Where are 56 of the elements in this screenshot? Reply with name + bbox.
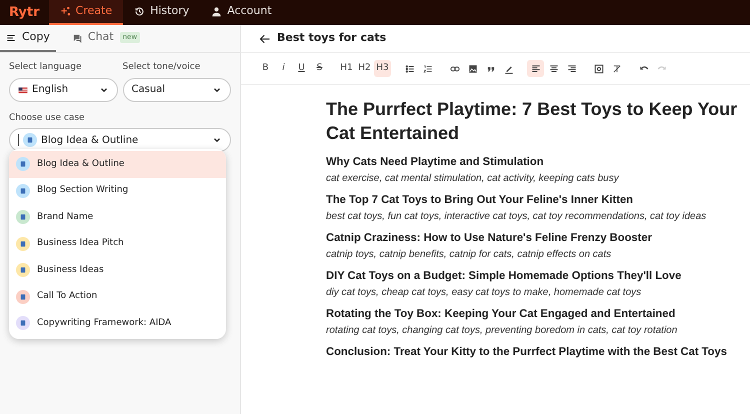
dropdown-field[interactable]: Casual (122, 78, 231, 102)
section-heading: Catnip Craziness: How to Use Nature's Feline Frenzy Booster (326, 231, 653, 246)
logo: Rytr (8, 4, 41, 22)
toolbar-button[interactable]: H1 (338, 60, 355, 77)
keywords-text: cat exercise, cat mental stimulation, cat activity, keeping cats busy (326, 172, 620, 186)
menu-icon (6, 32, 16, 42)
link-icon (450, 64, 460, 74)
toolbar-button[interactable]: B (257, 60, 274, 77)
menu-item[interactable]: Blog Section Writing (9, 178, 226, 204)
align-right-icon (566, 64, 576, 74)
keywords-text: catnip toys, catnip benefits, catnip for cats, catnip effects on cats (326, 248, 612, 262)
menu-item[interactable]: Business Idea Pitch (9, 230, 226, 257)
toolbar-button[interactable]: U (293, 60, 310, 77)
menu-item[interactable]: Brand Name (9, 204, 226, 230)
toolbar-button[interactable]: H3 (374, 60, 391, 77)
menu-item[interactable]: Business Ideas (9, 257, 226, 284)
keywords-text: best cat toys, fun cat toys, interactive cat toys, cat toy recommendations, cat toy ideas (326, 210, 708, 224)
dropdown-field[interactable]: English (9, 78, 118, 102)
nav-tab[interactable]: Account (200, 0, 283, 25)
toolbar-button[interactable]: i (275, 60, 292, 77)
align-left-icon (530, 64, 540, 74)
clear-formatting-icon (612, 64, 622, 74)
back-arrow-icon[interactable] (259, 32, 271, 44)
field-label: Choose use case (9, 112, 86, 124)
document-title: Best toys for cats (277, 30, 386, 46)
menu-item[interactable]: Call To Action (9, 284, 226, 310)
toolbar-button[interactable]: H2 (356, 60, 373, 77)
section-heading: The Top 7 Cat Toys to Bring Out Your Feline's Inner Kitten (326, 193, 634, 208)
user-icon (211, 6, 222, 17)
section-heading: Conclusion: Treat Your Kitty to the Purrfect Playtime with the Best Cat Toys (326, 345, 728, 360)
bulleted-list-icon (404, 64, 414, 74)
section-heading: Rotating the Toy Box: Keeping Your Cat Engaged and Entertained (326, 307, 676, 322)
history-icon (134, 6, 146, 17)
field-label: Select tone/voice (122, 61, 202, 74)
sidebar-tab[interactable]: Copy (0, 25, 56, 52)
nav-tab[interactable]: Create (48, 0, 124, 25)
nav-tab[interactable]: History (123, 0, 200, 25)
pen-icon (504, 64, 514, 74)
document-heading: The Purrfect Playtime: 7 Best Toys to Keep Your Cat Entertained (326, 98, 738, 145)
chat-icon (72, 32, 82, 42)
sparkle-icon (60, 6, 71, 17)
numbered-list-icon (422, 64, 432, 74)
section-heading: Why Cats Need Playtime and Stimulation (326, 155, 545, 170)
media-icon (594, 64, 604, 74)
menu-item[interactable]: Copywriting Framework: AIDA (9, 310, 226, 336)
image-icon (468, 64, 478, 74)
toolbar-button[interactable] (527, 60, 544, 77)
text-cursor (18, 134, 19, 146)
field-label: Select language (9, 61, 83, 74)
section-heading: DIY Cat Toys on a Budget: Simple Homemade Options They'll Love (326, 269, 682, 284)
keywords-text: rotating cat toys, changing cat toys, preventing boredom in cats, cat toy rotation (326, 324, 678, 338)
menu-item[interactable]: Blog Idea & Outline (9, 151, 226, 178)
toolbar-button[interactable]: S (311, 60, 328, 77)
align-center-icon (548, 64, 558, 74)
keywords-text: diy cat toys, cheap cat toys, easy cat toys to make, homemade cat toys (326, 286, 642, 300)
flag-icon (18, 84, 28, 94)
